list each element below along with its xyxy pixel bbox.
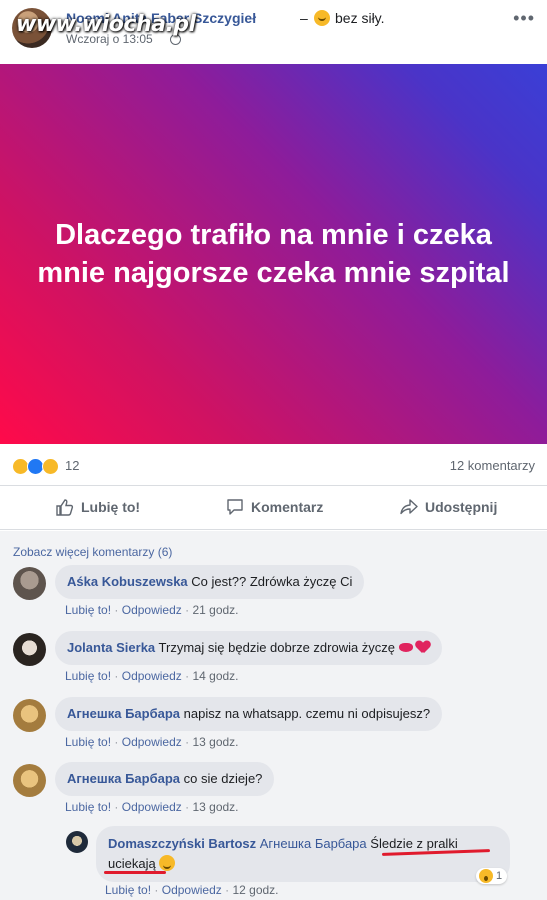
comment-meta: Lubię to! · Odpowiedz · 13 godz. (65, 735, 239, 749)
reply-text-line1: Śledzie z pralki (370, 836, 458, 851)
commenter-avatar[interactable] (13, 699, 46, 732)
post-background-banner: Dlaczego trafiło na mnie i czeka mnie na… (0, 64, 547, 444)
meta-separator: · (185, 603, 190, 617)
commenter-name[interactable]: Aśka Kobuszewska (67, 574, 188, 589)
comment-reply-link[interactable]: Odpowiedz (122, 603, 182, 617)
comment-bubble-icon (227, 499, 243, 515)
comment-like-link[interactable]: Lubię to! (65, 735, 111, 749)
like-button-label: Lubię to! (81, 499, 141, 515)
meta-separator: · (225, 883, 230, 897)
post-header: Noemi Anita Faber Szczygieł – bez siły. … (0, 0, 547, 64)
more-options-icon[interactable]: ••• (513, 8, 535, 29)
thumbs-up-icon (56, 499, 74, 516)
comment-bubble: Агнешка Барбара co sie dzieje? (55, 762, 275, 796)
commenter-name[interactable]: Агнешка Барбара (67, 771, 180, 786)
comment-like-link[interactable]: Lubię to! (65, 800, 111, 814)
reaction-count[interactable]: 12 (65, 458, 79, 473)
commenter-avatar[interactable] (13, 764, 46, 797)
comment-button-label: Komentarz (251, 499, 324, 515)
wow-reaction-icon[interactable] (42, 458, 59, 475)
commenter-avatar[interactable] (13, 567, 46, 600)
reply-mention[interactable]: Агнешка Барбара (260, 836, 367, 851)
red-underline-mark (104, 871, 166, 874)
reactions-summary: 12 12 komentarzy (0, 446, 547, 486)
comment-time[interactable]: 13 godz. (192, 800, 238, 814)
comment-reply-link[interactable]: Odpowiedz (122, 669, 182, 683)
post-text: Dlaczego trafiło na mnie i czeka mnie na… (37, 219, 510, 289)
comment-like-link[interactable]: Lubię to! (65, 669, 111, 683)
meta-separator: · (154, 883, 159, 897)
commenter-avatar[interactable] (13, 633, 46, 666)
comment-text: Trzymaj się będzie dobrze zdrowia życzę (158, 640, 396, 655)
wow-reaction-icon (479, 869, 493, 883)
share-button-label: Udostępnij (425, 499, 498, 515)
comment-reply-link[interactable]: Odpowiedz (122, 800, 182, 814)
comment-time[interactable]: 14 godz. (192, 669, 238, 683)
comment-count[interactable]: 12 komentarzy (450, 458, 535, 473)
meta-separator: · (185, 800, 190, 814)
comment-text: co sie dzieje? (183, 771, 263, 786)
replier-name[interactable]: Domaszczyński Bartosz (108, 836, 256, 851)
replier-avatar[interactable] (66, 831, 88, 853)
comment-meta: Lubię to! · Odpowiedz · 14 godz. (65, 669, 239, 683)
comment-like-link[interactable]: Lubię to! (65, 603, 111, 617)
reply-reaction-count: 1 (496, 870, 503, 882)
meta-separator: · (114, 603, 119, 617)
comment-meta: Lubię to! · Odpowiedz · 13 godz. (65, 800, 239, 814)
comment-bubble: Агнешка Барбара napisz na whatsapp. czem… (55, 697, 443, 731)
comment-bubble: Aśka Kobuszewska Co jest?? Zdrówka życzę… (55, 565, 365, 599)
share-arrow-icon (400, 499, 418, 515)
comment-text: Co jest?? Zdrówka życzę Ci (191, 574, 353, 589)
reply-like-link[interactable]: Lubię to! (105, 883, 151, 897)
watermark-logo: www.wiocha.pl (16, 12, 196, 37)
meta-separator: · (114, 800, 119, 814)
kiss-lips-icon (398, 643, 413, 652)
meta-separator: · (114, 669, 119, 683)
comment-bubble: Jolanta Sierka Trzymaj się będzie dobrze… (55, 631, 442, 665)
comment-meta: Lubię to! · Odpowiedz · 21 godz. (65, 603, 239, 617)
feeling-emoji-icon (314, 10, 330, 26)
post-actions-bar: Lubię to! Komentarz Udostępnij (0, 488, 547, 530)
author-dash: – (300, 10, 308, 26)
red-heart-icon (416, 641, 430, 653)
comment-time[interactable]: 13 godz. (192, 735, 238, 749)
comment-text: napisz na whatsapp. czemu ni odpisujesz? (183, 706, 431, 721)
reply-reply-link[interactable]: Odpowiedz (162, 883, 222, 897)
feeling-text: bez siły. (335, 10, 385, 26)
comment-button[interactable]: Komentarz (226, 498, 547, 516)
comments-section: Zobacz więcej komentarzy (6) Aśka Kobusz… (0, 531, 547, 900)
commenter-name[interactable]: Агнешка Барбара (67, 706, 180, 721)
commenter-name[interactable]: Jolanta Sierka (67, 640, 155, 655)
reply-reaction-badge[interactable]: 1 (476, 868, 508, 884)
comment-time[interactable]: 21 godz. (192, 603, 238, 617)
view-more-comments-link[interactable]: Zobacz więcej komentarzy (6) (13, 545, 172, 559)
meta-separator: · (185, 669, 190, 683)
comment-reply-link[interactable]: Odpowiedz (122, 735, 182, 749)
smile-emoji-icon (159, 855, 176, 871)
like-button[interactable]: Lubię to! (56, 498, 140, 516)
reply-time[interactable]: 12 godz. (232, 883, 278, 897)
share-button[interactable]: Udostępnij (400, 498, 497, 516)
meta-separator: · (114, 735, 119, 749)
meta-separator: · (185, 735, 190, 749)
reply-text-line2: uciekają (108, 856, 156, 871)
reply-meta: Lubię to! · Odpowiedz · 12 godz. (105, 883, 279, 897)
